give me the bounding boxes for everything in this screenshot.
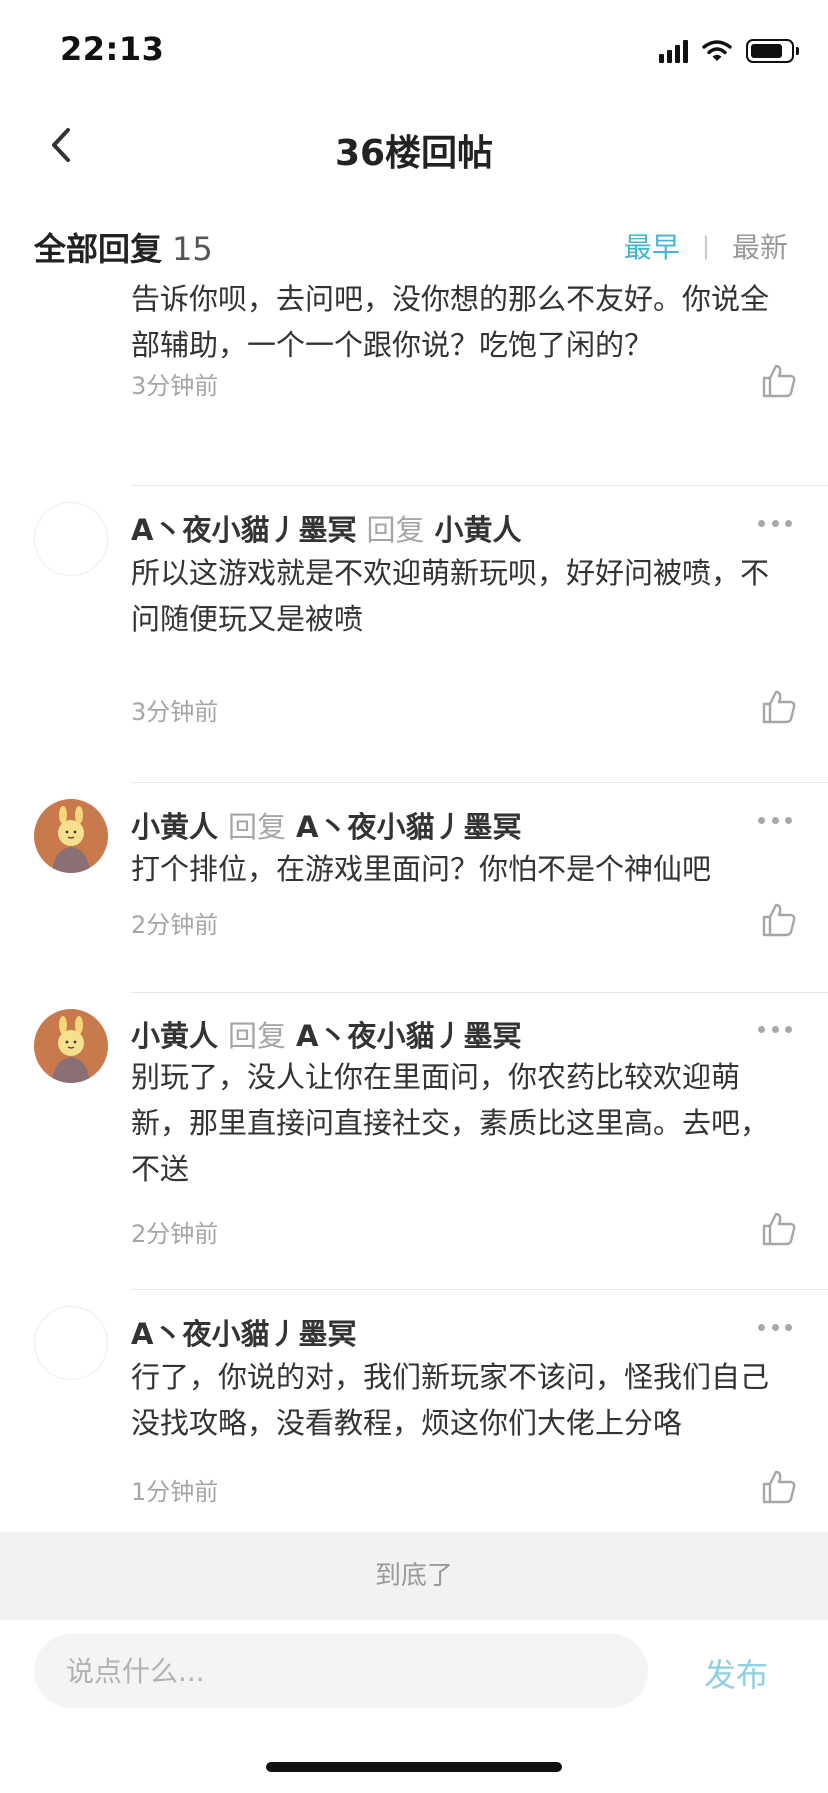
all-replies-label: 全部回复 (34, 230, 163, 268)
comment-composer: 发布 (0, 1620, 828, 1730)
reply-time: 2分钟前 (131, 1220, 219, 1248)
nav-bar: 36楼回帖 (0, 100, 828, 190)
sort-latest-button[interactable]: 最新 (732, 226, 788, 266)
status-icons (659, 36, 799, 66)
home-indicator[interactable] (266, 1762, 562, 1772)
battery-fill (751, 44, 782, 58)
reply-author[interactable]: 小黄人 (131, 810, 218, 844)
reply-author[interactable]: 小黄人 (131, 1019, 218, 1053)
reply-list[interactable]: 告诉你呗，去问吧，没你想的那么不友好。你说全部辅助，一个一个跟你说？吃饱了闲的？… (0, 276, 828, 1532)
avatar[interactable] (34, 1009, 108, 1083)
reply-text: 告诉你呗，去问吧，没你想的那么不友好。你说全部辅助，一个一个跟你说？吃饱了闲的？ (131, 282, 770, 362)
reply-target[interactable]: A丶夜小貓丿墨冥 (296, 1019, 521, 1053)
reply-time: 1分钟前 (131, 1478, 219, 1506)
reply-item: A丶夜小貓丿墨冥 行了，你说的对，我们新玩家不该问，怪我们自己没找攻略，没看教程… (0, 1290, 828, 1530)
more-options-icon[interactable] (758, 518, 792, 528)
sort-divider: | (701, 232, 710, 260)
reply-text: 打个排位，在游戏里面问？你怕不是个神仙吧 (131, 852, 712, 886)
reply-item: 告诉你呗，去问吧，没你想的那么不友好。你说全部辅助，一个一个跟你说？吃饱了闲的？… (0, 276, 828, 422)
reply-author[interactable]: A丶夜小貓丿墨冥 (131, 1317, 356, 1351)
reply-item: 小黄人 回复 A丶夜小貓丿墨冥 打个排位，在游戏里面问？你怕不是个神仙吧 2分钟前 (0, 783, 828, 993)
reply-text: 别玩了，没人让你在里面问，你农药比较欢迎萌新，那里直接问直接社交，素质比这里高。… (131, 1060, 770, 1186)
like-icon[interactable] (760, 688, 798, 726)
more-options-icon[interactable] (758, 1322, 792, 1332)
reply-item: A丶夜小貓丿墨冥 回复 小黄人 所以这游戏就是不欢迎萌新玩呗，好好问被喷，不问随便玩… (0, 486, 828, 782)
bunny-avatar-icon (52, 1016, 90, 1083)
reply-time: 3分钟前 (131, 698, 219, 726)
reply-header: A丶夜小貓丿墨冥 (131, 1311, 356, 1353)
page-title: 36楼回帖 (334, 133, 494, 174)
reply-word: 回复 (228, 1019, 287, 1053)
reply-header: A丶夜小貓丿墨冥 回复 小黄人 (131, 507, 521, 549)
reply-time: 2分钟前 (131, 911, 219, 939)
battery-icon (746, 39, 799, 63)
like-icon[interactable] (760, 362, 798, 400)
like-icon[interactable] (760, 1468, 798, 1506)
status-bar: 22:13 (0, 0, 828, 100)
like-icon[interactable] (760, 1210, 798, 1248)
publish-button[interactable]: 发布 (704, 1650, 768, 1696)
end-of-list-banner: 到底了 (0, 1532, 828, 1620)
sort-earliest-button[interactable]: 最早 (624, 226, 680, 266)
reply-author[interactable]: A丶夜小貓丿墨冥 (131, 513, 356, 547)
comment-input[interactable] (34, 1634, 648, 1708)
reply-text: 所以这游戏就是不欢迎萌新玩呗，好好问被喷，不问随便玩又是被喷 (131, 556, 770, 636)
like-icon[interactable] (760, 901, 798, 939)
more-options-icon[interactable] (758, 1024, 792, 1034)
reply-target[interactable]: 小黄人 (434, 513, 521, 547)
all-replies-title: 全部回复 15 (34, 224, 213, 270)
reply-target[interactable]: A丶夜小貓丿墨冥 (296, 810, 521, 844)
reply-item: 小黄人 回复 A丶夜小貓丿墨冥 别玩了，没人让你在里面问，你农药比较欢迎萌新，那里直… (0, 993, 828, 1290)
replies-header: 全部回复 15 最早 | 最新 (0, 212, 828, 272)
reply-word: 回复 (366, 513, 425, 547)
avatar[interactable] (34, 799, 108, 873)
wifi-icon (702, 40, 732, 61)
reply-header: 小黄人 回复 A丶夜小貓丿墨冥 (131, 1013, 521, 1055)
reply-header: 小黄人 回复 A丶夜小貓丿墨冥 (131, 804, 521, 846)
more-options-icon[interactable] (758, 815, 792, 825)
status-time: 22:13 (60, 30, 165, 68)
cellular-signal-icon (659, 39, 688, 63)
reply-time: 3分钟前 (131, 372, 219, 400)
reply-text: 行了，你说的对，我们新玩家不该问，怪我们自己没找攻略，没看教程，烦这你们大佬上分… (131, 1360, 770, 1440)
avatar[interactable] (34, 502, 108, 576)
sort-toggle: 最早 | 最新 (624, 226, 788, 266)
reply-word: 回复 (228, 810, 287, 844)
avatar[interactable] (34, 1306, 108, 1380)
replies-count: 15 (172, 230, 213, 268)
bunny-avatar-icon (52, 806, 90, 873)
